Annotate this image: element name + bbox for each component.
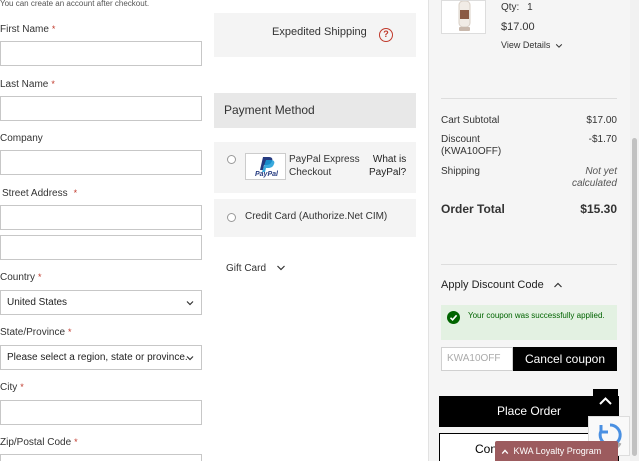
discount-code: (KWA10OFF) xyxy=(441,146,502,157)
chevron-up-icon xyxy=(599,397,612,405)
payment-method-title: Payment Method xyxy=(224,103,315,117)
country-label: Country * xyxy=(0,272,42,283)
street-address-line1-input[interactable] xyxy=(0,205,202,230)
shipping-value-line1: Not yet xyxy=(585,166,617,177)
company-label: Company xyxy=(0,133,43,144)
paypal-radio[interactable] xyxy=(227,155,236,164)
shipping-value-line2: calculated xyxy=(571,178,617,189)
discount-code-input[interactable]: KWA10OFF xyxy=(441,347,513,371)
product-bottle-image xyxy=(458,0,471,31)
product-price: $17.00 xyxy=(501,21,535,33)
check-circle-icon xyxy=(447,311,460,324)
qty-label: Qty: xyxy=(501,2,520,13)
what-is-paypal-line2: PayPal? xyxy=(369,167,407,178)
gift-card-label: Gift Card xyxy=(226,263,267,274)
help-icon[interactable]: ? xyxy=(379,28,393,42)
product-qty: Qty: 1 xyxy=(501,2,533,13)
gift-card-toggle[interactable]: Gift Card xyxy=(226,263,286,274)
shipping-row: Shipping Not yet calculated xyxy=(441,166,617,189)
discount-value: -$1.70 xyxy=(588,134,617,145)
subtotal-label: Cart Subtotal xyxy=(441,115,500,126)
cart-subtotal-row: Cart Subtotal $17.00 xyxy=(441,115,617,126)
city-input[interactable] xyxy=(0,400,202,425)
summary-divider xyxy=(441,98,617,99)
country-select-value: United States xyxy=(7,297,68,308)
shipping-label: Shipping xyxy=(441,166,480,177)
scroll-to-top-button[interactable] xyxy=(593,389,618,414)
last-name-input[interactable] xyxy=(0,96,202,121)
zip-label: Zip/Postal Code * xyxy=(0,437,78,448)
chevron-down-icon xyxy=(276,265,285,271)
chevron-down-icon xyxy=(186,301,194,306)
loyalty-program-label: KWA Loyalty Program xyxy=(513,446,602,456)
credit-card-option[interactable]: Credit Card (Authorize.Net CIM) xyxy=(214,199,416,237)
last-name-label: Last Name * xyxy=(0,79,55,90)
what-is-paypal-link[interactable]: What is PayPal? xyxy=(369,153,406,179)
paypal-option[interactable]: PayPal PayPal Express Checkout What is P… xyxy=(214,142,416,193)
cancel-coupon-button[interactable]: Cancel coupon xyxy=(513,347,617,371)
street-address-label: Street Address * xyxy=(2,188,78,199)
payment-method-heading: Payment Method xyxy=(214,93,416,128)
chevron-up-icon xyxy=(553,282,562,288)
street-address-line2-input[interactable] xyxy=(0,235,202,260)
chevron-down-icon xyxy=(186,356,194,361)
paypal-logo: PayPal xyxy=(245,153,286,180)
create-account-hint: You can create an account after checkout… xyxy=(0,0,150,8)
discount-row: Discount (KWA10OFF) -$1.70 xyxy=(441,134,617,158)
state-select[interactable]: Please select a region, state or provinc… xyxy=(0,345,202,370)
shipping-method-option[interactable]: Expedited Shipping ? xyxy=(214,13,416,57)
city-label: City * xyxy=(0,382,24,393)
summary-divider xyxy=(441,264,617,265)
credit-card-radio[interactable] xyxy=(227,213,236,222)
order-total-label: Order Total xyxy=(441,202,505,216)
first-name-input[interactable] xyxy=(0,41,202,66)
view-details-label: View Details xyxy=(501,40,551,50)
company-input[interactable] xyxy=(0,150,202,175)
zip-input[interactable] xyxy=(0,454,202,461)
credit-card-label: Credit Card (Authorize.Net CIM) xyxy=(245,211,388,222)
chevron-up-icon xyxy=(501,449,509,454)
paypal-label-line2: Checkout xyxy=(289,167,332,178)
paypal-label-line1: PayPal Express xyxy=(289,154,360,165)
state-label: State/Province * xyxy=(0,327,72,338)
qty-value: 1 xyxy=(527,2,533,13)
paypal-logo-text: PayPal xyxy=(255,171,278,178)
shipping-method-label: Expedited Shipping xyxy=(272,26,367,38)
loyalty-program-tab[interactable]: KWA Loyalty Program xyxy=(495,441,618,461)
coupon-success-message: Your coupon was successfully applied. xyxy=(441,305,617,340)
first-name-label: First Name * xyxy=(0,24,56,35)
paypal-option-label: PayPal Express Checkout xyxy=(289,153,360,179)
country-select[interactable]: United States xyxy=(0,290,202,315)
view-details-toggle[interactable]: View Details xyxy=(501,40,563,50)
shipping-value: Not yet calculated xyxy=(572,166,617,190)
order-total-value: $15.30 xyxy=(580,202,617,216)
apply-discount-label: Apply Discount Code xyxy=(441,279,544,291)
order-total-row: Order Total $15.30 xyxy=(441,202,617,216)
subtotal-value: $17.00 xyxy=(586,115,617,126)
coupon-success-text: Your coupon was successfully applied. xyxy=(468,311,605,320)
state-select-value: Please select a region, state or provinc… xyxy=(7,352,188,363)
product-thumbnail xyxy=(441,0,486,34)
chevron-down-icon xyxy=(555,43,563,48)
what-is-paypal-line1: What is xyxy=(372,154,407,165)
apply-discount-toggle[interactable]: Apply Discount Code xyxy=(441,279,563,291)
scrollbar-thumb[interactable] xyxy=(632,138,637,456)
